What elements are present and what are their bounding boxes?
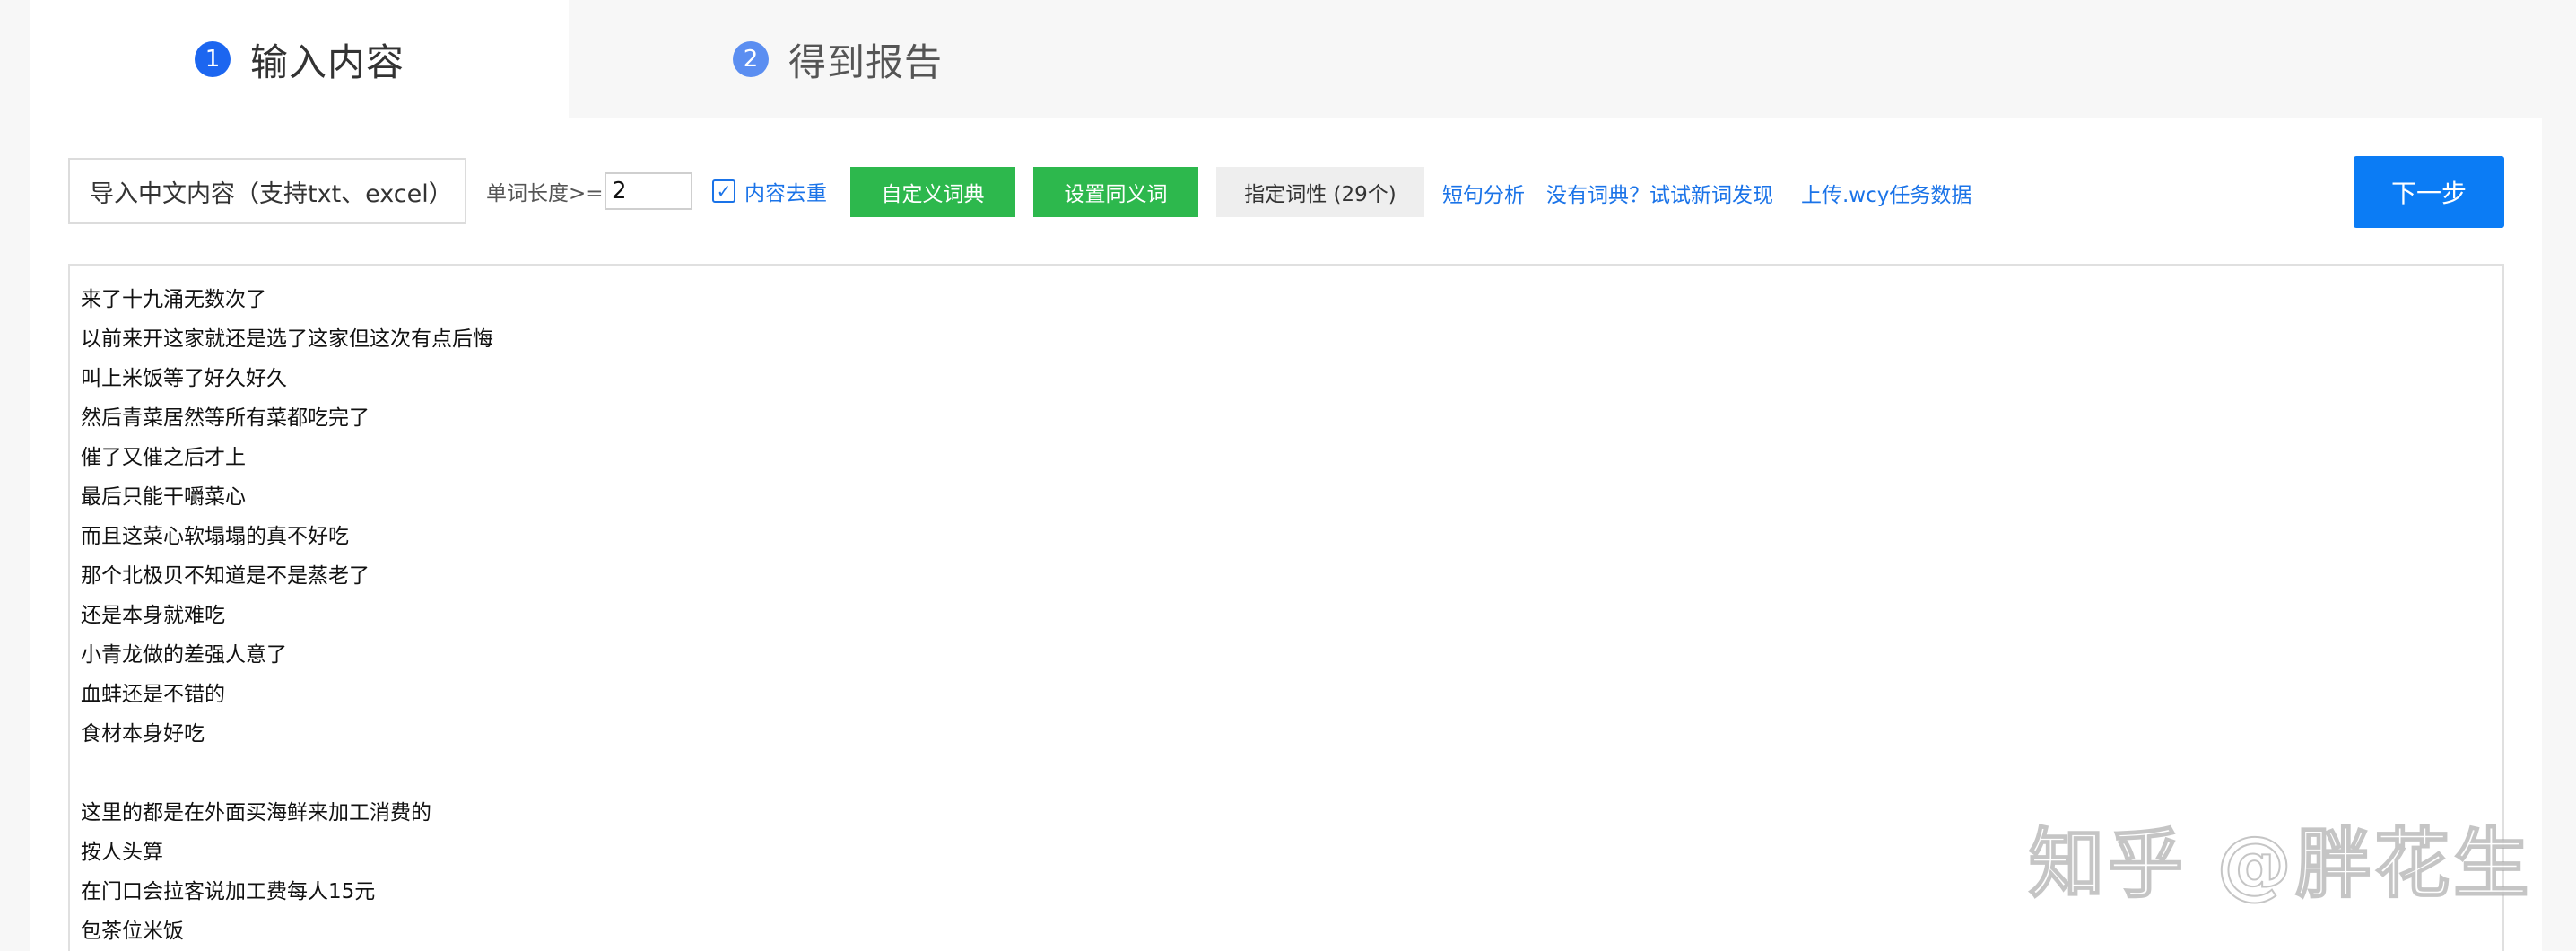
page: 1 输入内容 2 得到报告 导入中文内容（支持txt、excel） 单词长度>=…	[0, 0, 2576, 951]
import-content-button[interactable]: 导入中文内容（支持txt、excel）	[68, 158, 466, 224]
content-line: 食材本身好吃	[81, 722, 205, 746]
word-length-input[interactable]: 2	[605, 172, 692, 210]
content-line: 在门口会拉客说加工费每人15元	[81, 880, 376, 903]
tab-input-content[interactable]: 1 输入内容	[30, 0, 569, 118]
content-line: 这里的都是在外面买海鲜来加工消费的	[81, 801, 431, 824]
upload-wcy-link[interactable]: 上传.wcy任务数据	[1801, 178, 1971, 208]
step-number-badge: 1	[194, 41, 231, 77]
new-word-discovery-link[interactable]: 没有词典？试试新词发现	[1546, 178, 1773, 208]
tab-label: 得到报告	[788, 39, 943, 84]
next-step-button[interactable]: 下一步	[2354, 156, 2504, 228]
set-synonym-button[interactable]: 设置同义词	[1033, 167, 1198, 217]
specify-pos-button[interactable]: 指定词性 (29个)	[1216, 167, 1424, 217]
content-line: 那个北极贝不知道是不是蒸老了	[81, 564, 370, 588]
content-line: 还是本身就难吃	[81, 604, 225, 627]
content-line: 最后只能干嚼菜心	[81, 485, 246, 509]
dedupe-checkbox-group[interactable]: ✓ 内容去重	[712, 176, 827, 206]
content-line: 来了十九涌无数次了	[81, 288, 266, 311]
content-line: 按人头算	[81, 841, 163, 864]
word-length-label: 单词长度>=	[486, 182, 604, 205]
content-line: 包茶位米饭	[81, 920, 184, 943]
tab-label: 输入内容	[249, 39, 405, 84]
step-number-badge: 2	[732, 41, 769, 77]
watermark: 知乎 @胖花生	[2028, 819, 2533, 909]
tab-get-report[interactable]: 2 得到报告	[569, 0, 1107, 118]
content-line: 血蚌还是不错的	[81, 683, 225, 706]
content-line: 以前来开这家就还是选了这家但这次有点后悔	[81, 327, 493, 351]
checkbox-checked-icon[interactable]: ✓	[712, 179, 735, 203]
content-line: 小青龙做的差强人意了	[81, 643, 287, 667]
custom-dictionary-button[interactable]: 自定义词典	[850, 167, 1015, 217]
short-sentence-analysis-link[interactable]: 短句分析	[1442, 178, 1525, 208]
dedupe-label[interactable]: 内容去重	[744, 176, 827, 206]
content-line: 催了又催之后才上	[81, 446, 246, 469]
content-line	[81, 754, 493, 793]
content-line: 叫上米饭等了好久好久	[81, 367, 287, 390]
content-line: 然后青菜居然等所有菜都吃完了	[81, 406, 370, 430]
content-line: 而且这菜心软塌塌的真不好吃	[81, 525, 349, 548]
content-lines: 来了十九涌无数次了 以前来开这家就还是选了这家但这次有点后悔 叫上米饭等了好久好…	[81, 280, 493, 951]
